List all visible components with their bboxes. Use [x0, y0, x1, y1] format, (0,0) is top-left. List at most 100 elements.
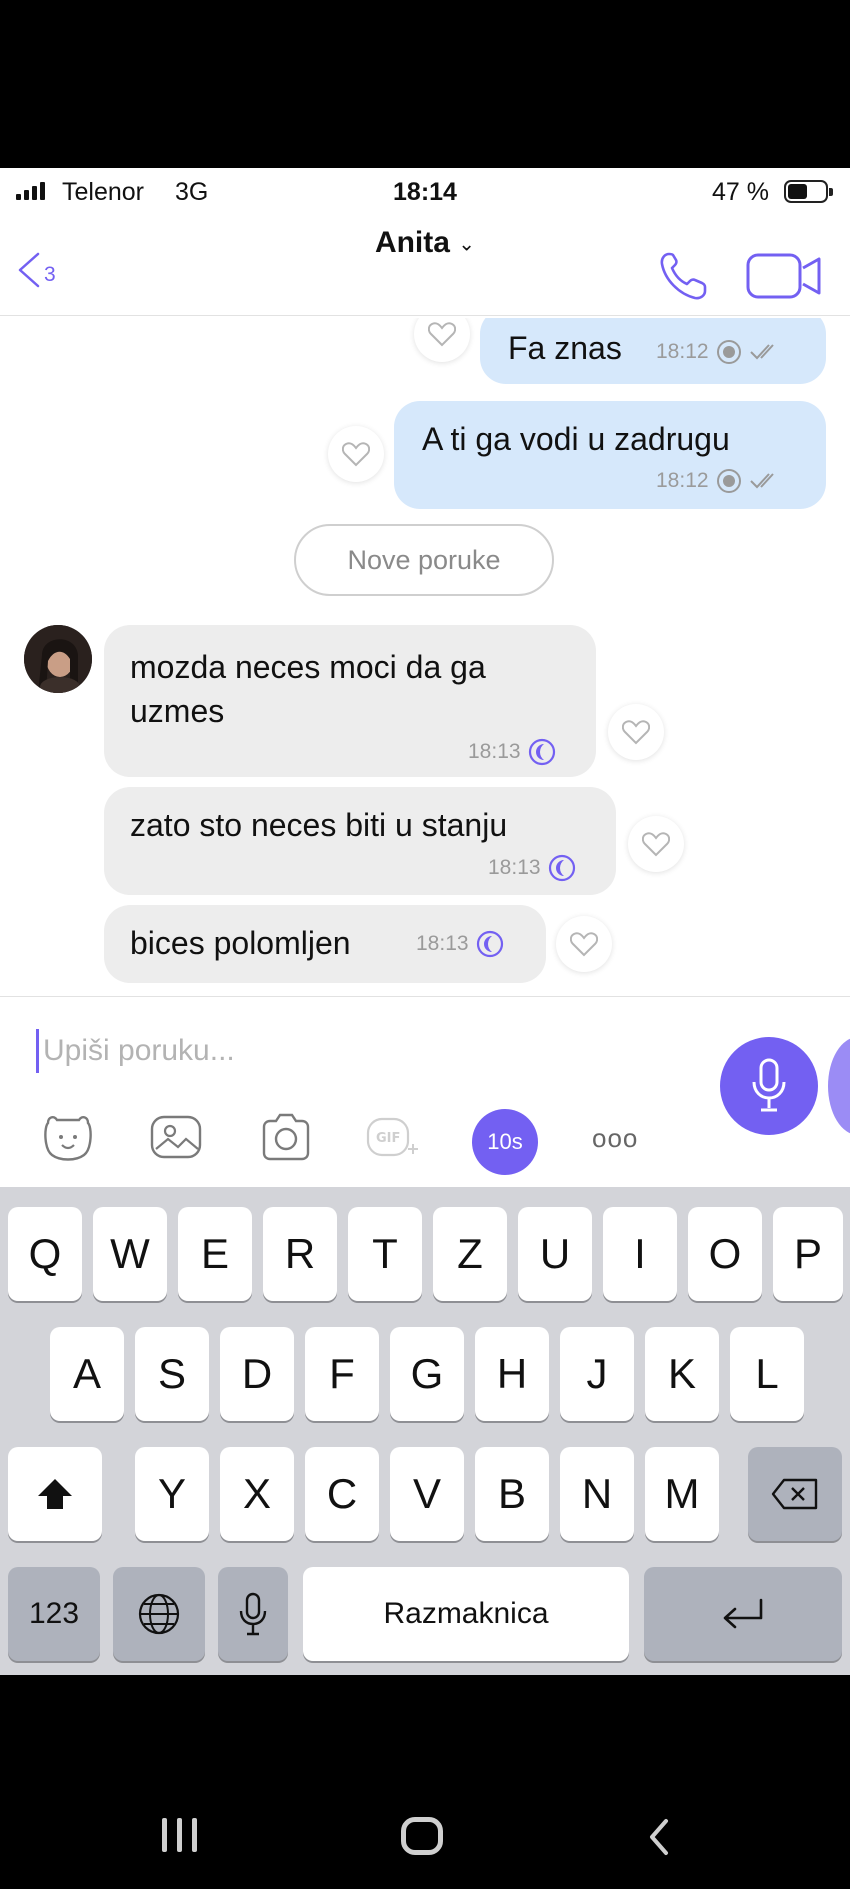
chat-header: 3 Anita ⌄ — [0, 218, 850, 316]
message-bubble-outgoing[interactable]: Fa znas 18:12 — [480, 318, 826, 384]
key-y[interactable]: Y — [135, 1447, 209, 1541]
voice-message-button[interactable] — [720, 1037, 818, 1135]
pending-clock-icon — [476, 930, 503, 958]
message-text: mozda neces moci da ga uzmes — [130, 649, 486, 729]
backspace-key[interactable] — [748, 1447, 842, 1541]
heart-icon — [642, 832, 670, 857]
backspace-icon — [771, 1478, 818, 1510]
key-e[interactable]: E — [178, 1207, 252, 1301]
phone-screen: Telenor 3G 18:14 47 % 3 Anita ⌄ Fa znas … — [0, 168, 850, 1675]
message-bubble-incoming[interactable]: bices polomljen 18:13 — [104, 905, 546, 983]
message-time: 18:13 — [488, 856, 541, 879]
new-messages-divider: Nove poruke — [294, 524, 554, 596]
message-meta: 18:12 — [656, 467, 781, 495]
key-j[interactable]: J — [560, 1327, 634, 1421]
more-options-icon[interactable]: ooo — [592, 1123, 638, 1154]
keyboard: Q W E R T Z U I O P A S D F G H J K L Y … — [0, 1187, 850, 1675]
delivered-circle-icon — [716, 340, 741, 364]
shift-key[interactable] — [8, 1447, 102, 1541]
heart-icon — [342, 442, 370, 467]
chevron-down-icon: ⌄ — [458, 233, 476, 256]
microphone-icon — [239, 1592, 267, 1636]
video-call-icon[interactable] — [745, 250, 823, 302]
like-button[interactable] — [628, 816, 684, 872]
message-time: 18:13 — [416, 932, 469, 955]
message-meta: 18:13 — [416, 929, 505, 959]
key-a[interactable]: A — [50, 1327, 124, 1421]
avatar-image — [24, 625, 92, 693]
like-button[interactable] — [414, 318, 470, 362]
contact-title[interactable]: Anita ⌄ — [0, 226, 850, 260]
message-list[interactable]: Fa znas 18:12 A ti ga vodi u zadrugu 18:… — [0, 318, 850, 998]
message-input[interactable]: Upiši poruku... — [36, 1029, 235, 1073]
key-t[interactable]: T — [348, 1207, 422, 1301]
sticker-icon[interactable] — [40, 1109, 96, 1165]
key-k[interactable]: K — [645, 1327, 719, 1421]
message-meta: 18:13 — [468, 737, 557, 767]
return-key[interactable] — [644, 1567, 842, 1661]
status-bar: Telenor 3G 18:14 47 % — [0, 168, 850, 218]
key-s[interactable]: S — [135, 1327, 209, 1421]
key-c[interactable]: C — [305, 1447, 379, 1541]
pending-clock-icon — [548, 854, 575, 882]
dictation-key[interactable] — [218, 1567, 288, 1661]
key-o[interactable]: O — [688, 1207, 762, 1301]
message-bubble-outgoing[interactable]: A ti ga vodi u zadrugu 18:12 — [394, 401, 826, 509]
message-text: A ti ga vodi u zadrugu — [422, 421, 730, 457]
message-bubble-incoming[interactable]: zato sto neces biti u stanju 18:13 — [104, 787, 616, 895]
message-time: 18:13 — [468, 740, 521, 763]
key-w[interactable]: W — [93, 1207, 167, 1301]
shift-arrow-icon — [38, 1479, 72, 1509]
like-button[interactable] — [608, 704, 664, 760]
key-x[interactable]: X — [220, 1447, 294, 1541]
numbers-key[interactable]: 123 — [8, 1567, 100, 1661]
key-q[interactable]: Q — [8, 1207, 82, 1301]
key-n[interactable]: N — [560, 1447, 634, 1541]
message-text: zato sto neces biti u stanju — [130, 807, 508, 843]
home-icon[interactable] — [401, 1817, 443, 1855]
gif-icon[interactable]: GIF — [364, 1109, 420, 1165]
heart-icon — [622, 720, 650, 745]
key-f[interactable]: F — [305, 1327, 379, 1421]
heart-icon — [428, 322, 456, 347]
back-icon[interactable] — [644, 1815, 674, 1859]
key-b[interactable]: B — [475, 1447, 549, 1541]
globe-icon — [138, 1593, 180, 1635]
message-meta: 18:12 — [656, 338, 781, 366]
key-m[interactable]: M — [645, 1447, 719, 1541]
camera-icon[interactable] — [258, 1109, 314, 1165]
key-l[interactable]: L — [730, 1327, 804, 1421]
microphone-icon — [752, 1058, 786, 1112]
recent-apps-icon[interactable] — [162, 1818, 197, 1852]
key-g[interactable]: G — [390, 1327, 464, 1421]
message-bubble-incoming[interactable]: mozda neces moci da ga uzmes 18:13 — [104, 625, 596, 777]
space-key[interactable]: Razmaknica — [303, 1567, 629, 1661]
message-composer: Upiši poruku... GIF 10s ooo — [0, 996, 850, 1186]
message-text: Fa znas — [508, 330, 622, 366]
like-button[interactable] — [556, 916, 612, 972]
unread-count: 3 — [44, 263, 56, 286]
key-i[interactable]: I — [603, 1207, 677, 1301]
double-check-icon — [749, 344, 774, 360]
key-z[interactable]: Z — [433, 1207, 507, 1301]
pending-clock-icon — [528, 738, 555, 766]
return-icon — [723, 1598, 763, 1629]
key-u[interactable]: U — [518, 1207, 592, 1301]
battery-icon — [784, 180, 833, 203]
message-time: 18:12 — [656, 469, 709, 492]
svg-text:GIF: GIF — [376, 1131, 400, 1146]
key-p[interactable]: P — [773, 1207, 843, 1301]
key-d[interactable]: D — [220, 1327, 294, 1421]
key-v[interactable]: V — [390, 1447, 464, 1541]
like-button[interactable] — [328, 426, 384, 482]
gallery-icon[interactable] — [148, 1109, 204, 1165]
key-r[interactable]: R — [263, 1207, 337, 1301]
globe-key[interactable] — [113, 1567, 205, 1661]
avatar[interactable] — [24, 625, 92, 693]
system-nav-bar — [0, 1675, 850, 1889]
send-button-edge[interactable] — [828, 1037, 850, 1135]
message-time: 18:12 — [656, 340, 709, 363]
timer-button[interactable]: 10s — [472, 1109, 538, 1175]
phone-call-icon[interactable] — [655, 246, 711, 306]
key-h[interactable]: H — [475, 1327, 549, 1421]
